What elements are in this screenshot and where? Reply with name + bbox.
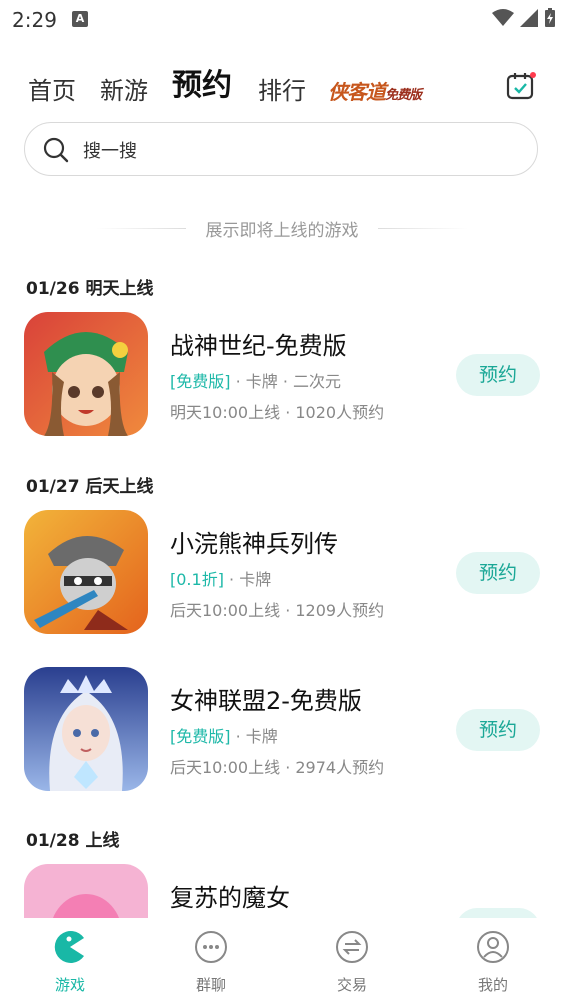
notification-icon: A — [72, 11, 88, 27]
game-name: 女神联盟2-免费版 — [170, 687, 362, 715]
reserve-button[interactable] — [456, 908, 540, 918]
clock: 2:29 — [12, 8, 57, 32]
nav-group-chat[interactable]: 群聊 — [166, 930, 256, 995]
game-item[interactable]: 战神世纪-免费版 [免费版] · 卡牌 · 二次元 明天10:00上线 · 10… — [24, 312, 540, 438]
game-category: · 卡牌 — [223, 570, 272, 589]
signal-icon — [520, 9, 538, 27]
section-title: 01/27 后天上线 — [26, 477, 154, 497]
game-discount-tag: [免费版] — [170, 372, 231, 391]
game-tags: [免费版] · 卡牌 · 二次元 — [170, 368, 341, 392]
tab-ranking[interactable]: 排行 — [258, 71, 306, 106]
user-icon — [477, 931, 509, 963]
game-release-meta: 后天10:00上线 · 2974人预约 — [170, 758, 385, 777]
top-tabs: 首页 新游 预约 排行 侠客道免费版 — [28, 68, 548, 112]
game-tags: [0.1折] · 卡牌 — [170, 566, 271, 590]
calendar-check-icon[interactable] — [506, 72, 536, 100]
battery-icon — [545, 8, 555, 27]
search-box[interactable] — [24, 122, 538, 176]
game-name: 小浣熊神兵列传 — [170, 530, 338, 558]
brand-name: 侠客道 — [328, 80, 386, 104]
pacman-icon — [54, 931, 84, 963]
game-name: 复苏的魔女 — [170, 884, 290, 912]
nav-label: 交易 — [336, 976, 367, 994]
search-icon — [43, 137, 69, 163]
tab-reserve[interactable]: 预约 — [172, 60, 232, 104]
game-item[interactable]: 小浣熊神兵列传 [0.1折] · 卡牌 后天10:00上线 · 1209人预约 … — [24, 510, 540, 636]
game-category: · 卡牌 · 二次元 — [230, 372, 342, 391]
game-item[interactable]: 女神联盟2-免费版 [免费版] · 卡牌 后天10:00上线 · 2974人预约… — [24, 667, 540, 793]
nav-label: 游戏 — [54, 976, 85, 994]
nav-label: 我的 — [477, 976, 508, 994]
game-icon — [24, 864, 148, 918]
exchange-icon — [336, 931, 368, 963]
game-icon — [24, 312, 148, 436]
nav-label: 群聊 — [195, 976, 226, 994]
game-icon — [24, 667, 148, 791]
game-discount-tag: [免费版] — [170, 727, 231, 746]
section-title: 01/28 上线 — [26, 831, 120, 851]
nav-games[interactable]: 游戏 — [25, 930, 115, 995]
bottom-nav: 游戏 群聊 交易 我的 — [0, 918, 564, 1004]
upcoming-hint: 展示即将上线的游戏 — [205, 221, 359, 241]
game-discount-tag: [0.1折] — [170, 570, 224, 589]
search-input[interactable] — [81, 135, 505, 167]
reserve-button[interactable]: 预约 — [456, 709, 540, 751]
game-release-meta: 明天10:00上线 · 1020人预约 — [170, 403, 385, 422]
system-icons — [492, 8, 556, 28]
reserve-button[interactable]: 预约 — [456, 354, 540, 396]
section-title: 01/26 明天上线 — [26, 279, 154, 299]
tab-new-games[interactable]: 新游 — [100, 71, 148, 106]
game-release-meta: 后天10:00上线 · 1209人预约 — [170, 601, 385, 620]
nav-profile[interactable]: 我的 — [448, 930, 538, 995]
game-item[interactable]: 复苏的魔女 — [24, 864, 540, 918]
reserve-button[interactable]: 预约 — [456, 552, 540, 594]
game-category: · 卡牌 — [230, 727, 278, 746]
tab-home[interactable]: 首页 — [28, 71, 76, 106]
game-tags: [免费版] · 卡牌 — [170, 723, 278, 747]
chat-bubble-icon — [195, 931, 227, 963]
wifi-icon — [492, 9, 514, 26]
divider-right — [378, 228, 468, 229]
status-bar: 2:29 A — [0, 0, 564, 40]
game-icon — [24, 510, 148, 634]
game-name: 战神世纪-免费版 — [170, 332, 347, 360]
nav-trade[interactable]: 交易 — [307, 930, 397, 995]
brand-sub: 免费版 — [385, 88, 422, 103]
brand-tab-xiakedao[interactable]: 侠客道免费版 — [328, 76, 422, 105]
